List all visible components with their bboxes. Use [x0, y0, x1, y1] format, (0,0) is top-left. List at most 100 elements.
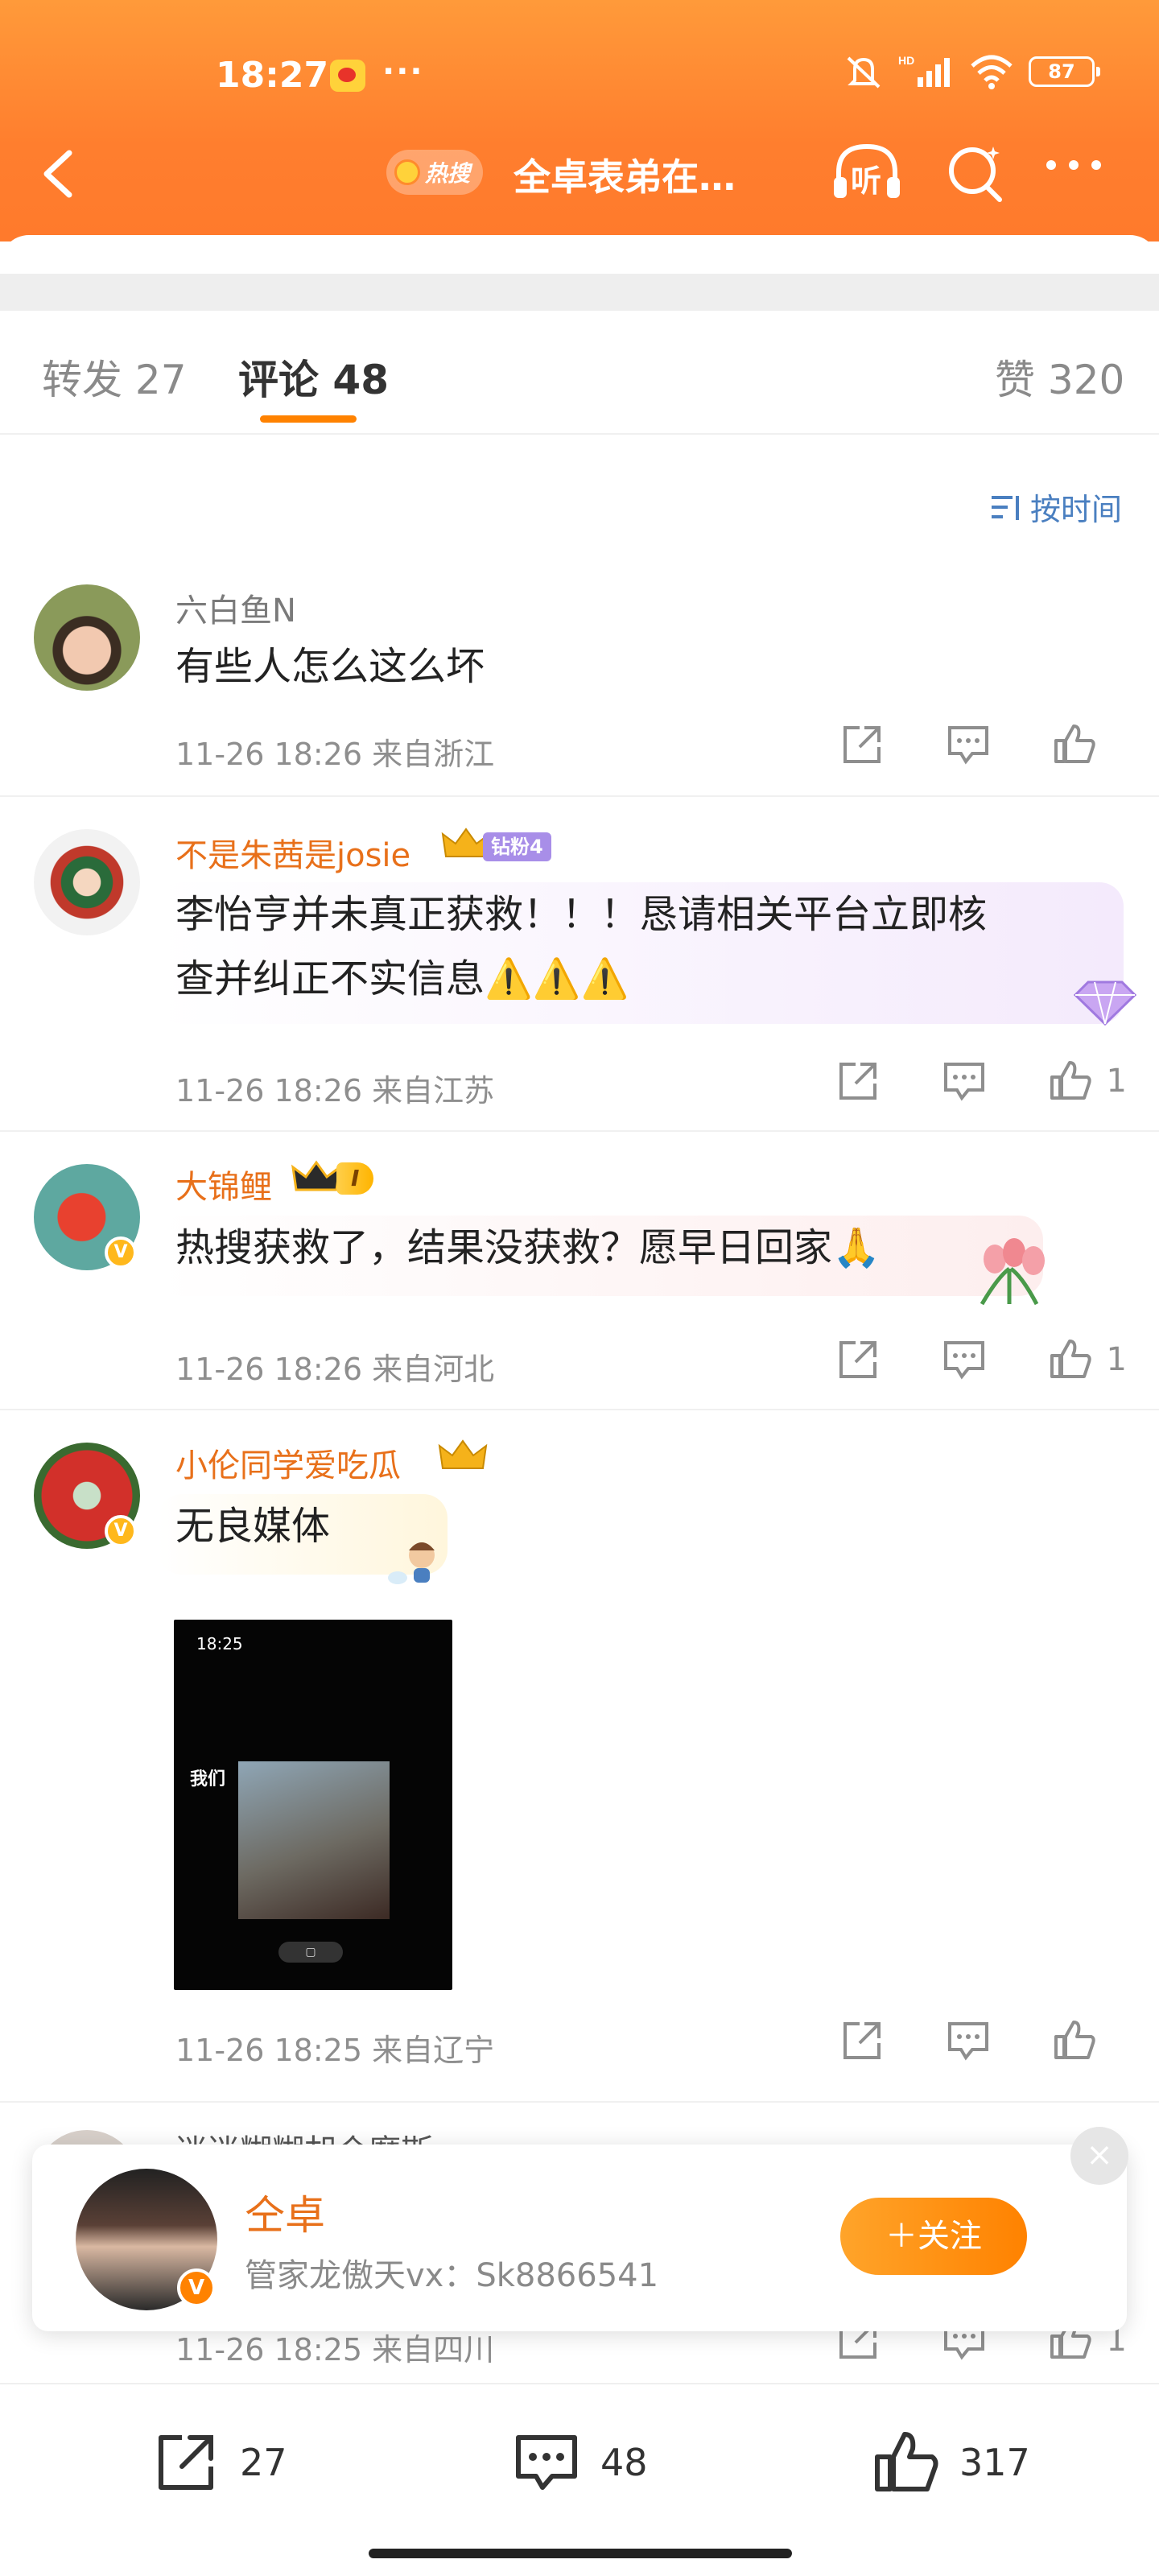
thumb-up-icon [875, 2432, 938, 2491]
share-icon[interactable] [835, 1058, 881, 1104]
comment-image[interactable]: 18:25 我们 ▢ [174, 1620, 452, 1990]
character-sticker-icon [388, 1542, 435, 1584]
comment-icon [516, 2435, 577, 2490]
status-icons: HD 87 [843, 53, 1100, 90]
image-video-frame [238, 1761, 390, 1919]
repost-button[interactable]: 27 [150, 2426, 287, 2499]
share-icon[interactable] [839, 2017, 885, 2064]
comment-button[interactable]: 48 [510, 2426, 648, 2499]
repost-count: 27 [240, 2441, 287, 2484]
verified-badge-icon: V [105, 1515, 137, 1547]
image-fullscreen-pill: ▢ [278, 1942, 343, 1963]
wifi-icon [971, 55, 1013, 89]
page-title: 全卓表弟在… [514, 155, 736, 199]
comment-item: 六白鱼N 有些人怎么这么坏 11-26 18:26 来自浙江 [0, 564, 1159, 797]
follow-user-desc: 管家龙傲天vx：Sk8866541 [245, 2257, 659, 2294]
reply-icon[interactable] [941, 1336, 988, 1383]
fan-level-badge: 钻粉4 [483, 832, 551, 861]
hd-signal-icon: HD [898, 54, 950, 87]
header: 18:27 ··· HD 87 热搜 全卓表弟在… 听 [0, 0, 1159, 242]
comment-actions [779, 721, 1127, 768]
battery-icon: 87 [1029, 56, 1100, 87]
nav-bar: 热搜 全卓表弟在… 听 [0, 137, 1159, 209]
close-icon[interactable]: × [1070, 2127, 1128, 2185]
comment-meta: 11-26 18:26 来自浙江 [175, 737, 495, 772]
hot-flame-icon [394, 159, 420, 185]
back-arrow-icon[interactable] [32, 142, 84, 206]
share-icon[interactable] [839, 721, 885, 768]
comment-actions: 1 [775, 1336, 1127, 1383]
active-tab-indicator [260, 415, 357, 423]
repost-icon [159, 2435, 213, 2490]
comment-meta: 11-26 18:25 来自辽宁 [175, 2033, 495, 2068]
comment-text: 有些人怎么这么坏 [175, 644, 485, 689]
comment-actions: 1 [775, 1058, 1127, 1104]
image-status-time: 18:25 [196, 1634, 243, 1653]
more-dots-icon: ··· [382, 53, 424, 90]
tab-reposts[interactable]: 转发 27 [42, 348, 187, 406]
avatar[interactable] [34, 584, 140, 691]
section-divider [0, 274, 1159, 311]
mute-icon [847, 56, 881, 89]
crown-icon [438, 1439, 488, 1469]
follow-popup: V 仝卓 管家龙傲天vx：Sk8866541 ＋关注 × [32, 2127, 1128, 2331]
share-icon[interactable] [835, 1336, 881, 1383]
status-bar: 18:27 ··· HD 87 [0, 48, 1159, 105]
avatar[interactable] [34, 829, 140, 935]
comment-item: V 大锦鲤 I 热搜获救了，结果没获救？愿早日回家🙏 11-26 18:26 来… [0, 1132, 1159, 1410]
tulip-decoration-icon [980, 1238, 1045, 1306]
follow-user-name[interactable]: 仝卓 [245, 2183, 325, 2241]
comment-text-line-2: 查并纠正不实信息⚠️⚠️⚠️ [175, 956, 629, 1001]
like-icon[interactable] [1051, 2017, 1098, 2064]
comment-meta: 11-26 18:25 来自四川 [175, 2332, 495, 2368]
weibo-notification-icon [330, 60, 365, 92]
svg-text:HD: HD [898, 54, 914, 67]
svg-text:听: 听 [851, 163, 881, 199]
more-options-icon[interactable] [1046, 158, 1119, 182]
hot-search-badge[interactable]: 热搜 [386, 150, 484, 195]
sort-by-time-button[interactable]: 按时间 [988, 485, 1122, 529]
commenter-name[interactable]: 六白鱼N [175, 584, 296, 631]
like-total-count: 317 [959, 2441, 1030, 2484]
sort-icon [991, 495, 1019, 520]
comment-text: 热搜获救了，结果没获救？愿早日回家🙏 [175, 1225, 881, 1270]
comment-text: 无良媒体 [175, 1504, 331, 1549]
sort-label: 按时间 [1029, 492, 1122, 527]
reply-icon[interactable] [945, 2017, 992, 2064]
comment-actions [779, 2017, 1127, 2064]
reply-icon[interactable] [945, 721, 992, 768]
like-count: 1 [1106, 1063, 1127, 1100]
verified-badge-icon: V [177, 2268, 216, 2307]
home-indicator[interactable] [369, 2549, 792, 2558]
like-icon[interactable] [1047, 1058, 1094, 1104]
crown-icon [291, 1160, 341, 1191]
comment-item: V 小伦同学爱吃瓜 无良媒体 18:25 我们 ▢ 11-26 18:25 来自… [0, 1410, 1159, 2103]
comment-item: 不是朱茜是josie 钻粉4 李怡亨并未真正获救！！！恳请相关平台立即核 查并纠… [0, 797, 1159, 1132]
reply-icon[interactable] [941, 1058, 988, 1104]
content-card-top [0, 235, 1159, 275]
search-icon[interactable] [943, 140, 1008, 204]
comment-meta: 11-26 18:26 来自河北 [175, 1352, 495, 1387]
hot-badge-label: 热搜 [425, 160, 471, 187]
status-time: 18:27 [216, 55, 329, 96]
listen-icon[interactable]: 听 [831, 140, 903, 204]
member-level-tag: I [336, 1162, 374, 1195]
comment-text-line-1: 李怡亨并未真正获救！！！恳请相关平台立即核 [175, 892, 988, 937]
tab-bar: 转发 27 评论 48 赞 320 [0, 311, 1159, 435]
comment-meta: 11-26 18:26 来自江苏 [175, 1073, 495, 1108]
commenter-name[interactable]: 不是朱茜是josie [175, 829, 410, 876]
image-overlay-label: 我们 [190, 1769, 226, 1790]
comment-count: 48 [600, 2441, 648, 2484]
like-icon[interactable] [1051, 721, 1098, 768]
commenter-name[interactable]: 小伦同学爱吃瓜 [175, 1439, 401, 1486]
tab-likes[interactable]: 赞 320 [995, 348, 1124, 406]
verified-badge-icon: V [105, 1236, 137, 1269]
like-count: 1 [1106, 1341, 1127, 1378]
diamond-decoration-icon [1073, 980, 1137, 1026]
tab-comments[interactable]: 评论 48 [238, 348, 389, 406]
commenter-name[interactable]: 大锦鲤 [175, 1161, 272, 1208]
follow-button[interactable]: ＋关注 [840, 2198, 1027, 2275]
bottom-toolbar: 27 48 317 [0, 2383, 1159, 2576]
like-icon[interactable] [1047, 1336, 1094, 1383]
like-button[interactable]: 317 [869, 2426, 1030, 2499]
